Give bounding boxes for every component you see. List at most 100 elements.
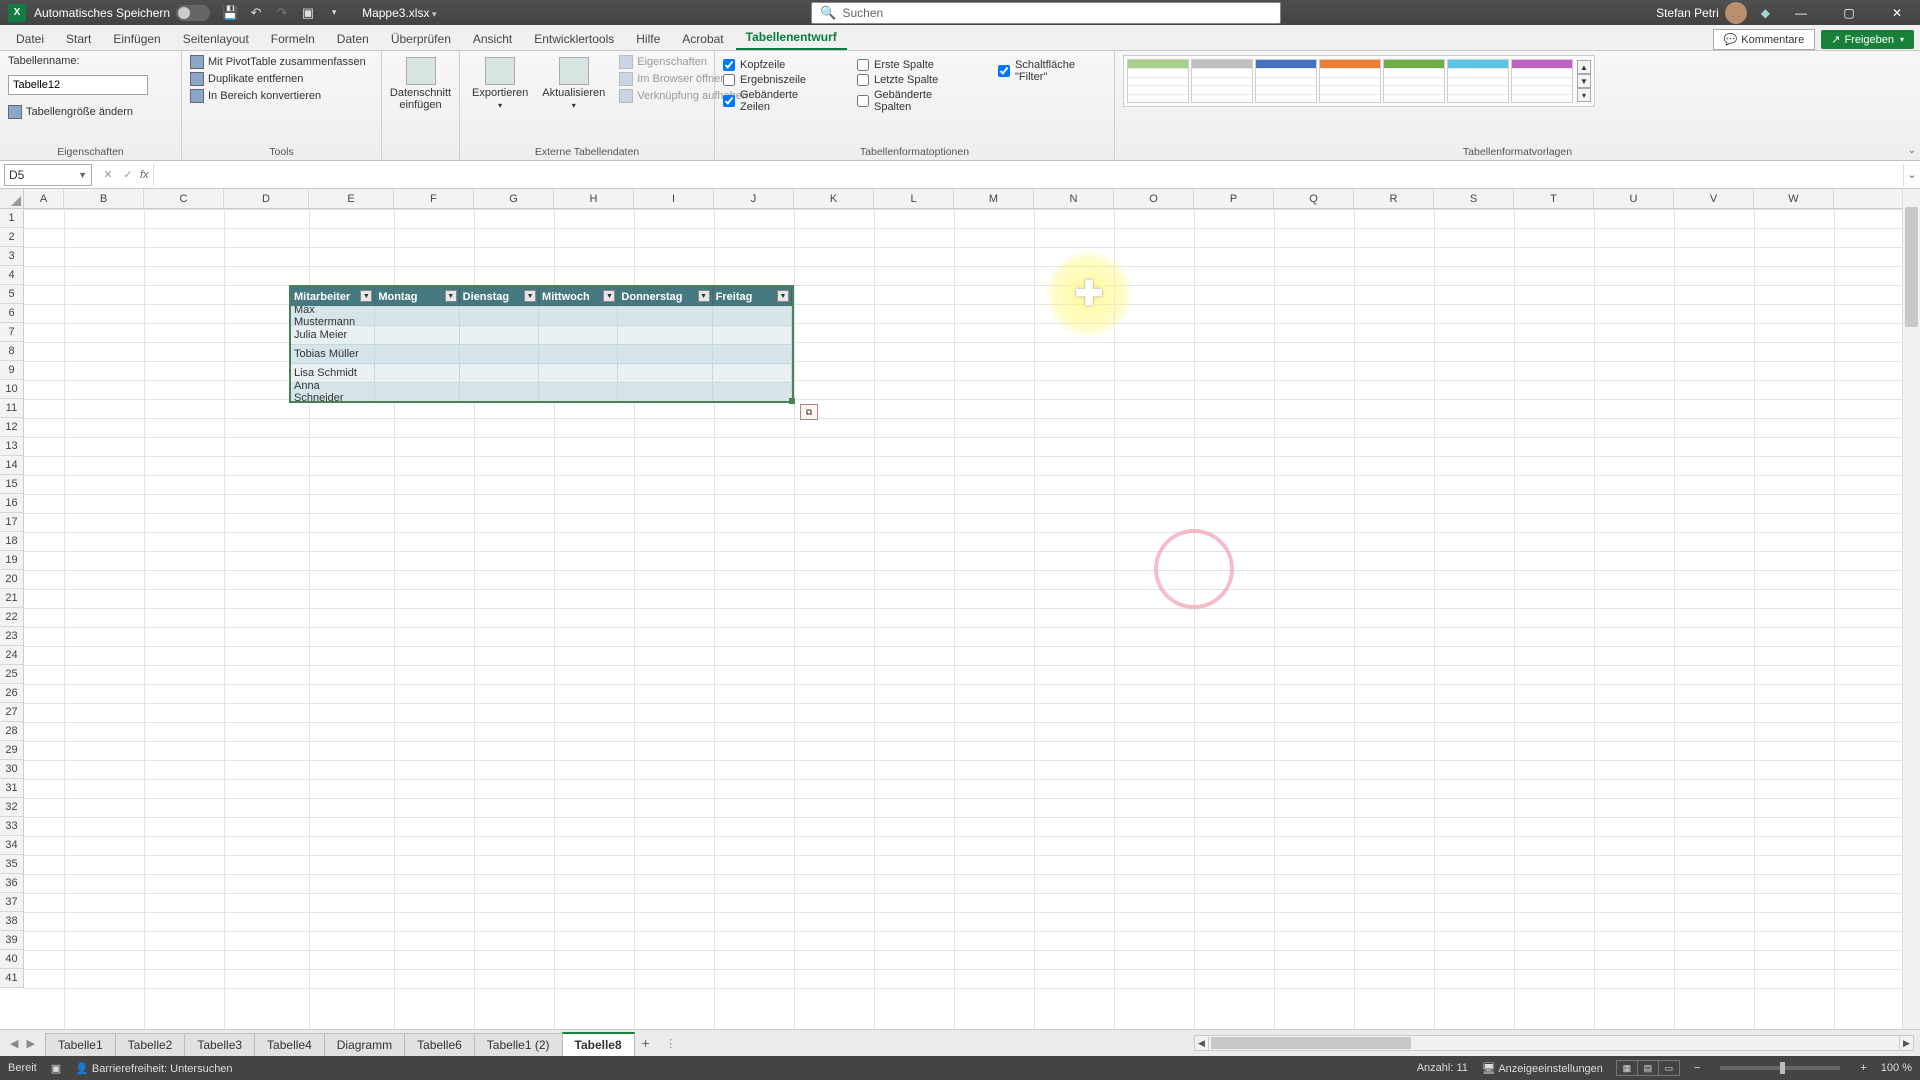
style-swatch[interactable] [1511, 59, 1573, 103]
table-cell[interactable] [460, 325, 539, 344]
export-button[interactable]: Exportieren▾ [468, 55, 532, 112]
add-sheet-button[interactable]: + [634, 1035, 658, 1051]
sheet-tab[interactable]: Tabelle1 [45, 1033, 116, 1056]
remove-duplicates-button[interactable]: Duplikate entfernen [190, 72, 366, 86]
table-header[interactable]: Freitag▼ [713, 287, 792, 306]
table-cell[interactable]: Tobias Müller [291, 344, 375, 363]
col-header[interactable]: J [714, 189, 794, 208]
redo-icon[interactable]: ↷ [274, 5, 290, 21]
col-header[interactable]: A [24, 189, 64, 208]
column-headers[interactable]: ABCDEFGHIJKLMNOPQRSTUVW [24, 189, 1902, 209]
filter-dropdown-icon[interactable]: ▼ [445, 290, 457, 302]
table-resize-handle[interactable] [789, 398, 795, 404]
sheet-tab[interactable]: Tabelle1 (2) [474, 1033, 563, 1056]
tab-start[interactable]: Start [56, 27, 101, 50]
col-header[interactable]: Q [1274, 189, 1354, 208]
row-header[interactable]: 16 [0, 494, 23, 513]
tab-einfügen[interactable]: Einfügen [103, 27, 170, 50]
horizontal-scrollbar[interactable]: ◀ ▶ [1194, 1035, 1914, 1051]
row-header[interactable]: 34 [0, 836, 23, 855]
name-box[interactable]: D5▼ [4, 164, 92, 186]
select-all-cells[interactable] [0, 189, 24, 209]
tab-seitenlayout[interactable]: Seitenlayout [173, 27, 259, 50]
vertical-scrollbar[interactable] [1902, 189, 1920, 1029]
table-cell[interactable]: Max Mustermann [291, 306, 375, 325]
table-cell[interactable] [375, 344, 459, 363]
row-headers[interactable]: 1234567891011121314151617181920212223242… [0, 209, 24, 988]
macro-record-icon[interactable]: ▣ [51, 1062, 61, 1075]
col-header[interactable]: H [554, 189, 634, 208]
table-cell[interactable] [618, 363, 712, 382]
display-settings[interactable]: 🖥 Anzeigeeinstellungen [1482, 1062, 1603, 1075]
row-header[interactable]: 31 [0, 779, 23, 798]
col-header[interactable]: W [1754, 189, 1834, 208]
table-cell[interactable] [460, 344, 539, 363]
row-header[interactable]: 32 [0, 798, 23, 817]
fx-icon[interactable]: fx [140, 169, 149, 181]
table-cell[interactable] [713, 382, 792, 401]
table-header[interactable]: Dienstag▼ [460, 287, 539, 306]
row-header[interactable]: 15 [0, 475, 23, 494]
pivot-button[interactable]: Mit PivotTable zusammenfassen [190, 55, 366, 69]
row-header[interactable]: 20 [0, 570, 23, 589]
data-table[interactable]: Mitarbeiter▼Montag▼Dienstag▼Mittwoch▼Don… [289, 285, 794, 403]
row-header[interactable]: 25 [0, 665, 23, 684]
col-header[interactable]: V [1674, 189, 1754, 208]
tab-ansicht[interactable]: Ansicht [463, 27, 522, 50]
row-header[interactable]: 23 [0, 627, 23, 646]
filter-dropdown-icon[interactable]: ▼ [360, 290, 372, 302]
banded-rows-checkbox[interactable]: Gebänderte Zeilen [723, 89, 827, 113]
zoom-level[interactable]: 100 % [1881, 1062, 1912, 1074]
save-icon[interactable]: 💾 [222, 5, 238, 21]
accessibility-status[interactable]: 👤 Barrierefreiheit: Untersuchen [75, 1062, 232, 1075]
col-header[interactable]: N [1034, 189, 1114, 208]
row-header[interactable]: 10 [0, 380, 23, 399]
table-cell[interactable] [539, 344, 618, 363]
sheet-tab[interactable]: Tabelle4 [254, 1033, 325, 1056]
table-styles-gallery[interactable]: ▲ ▼ ▾ [1123, 55, 1595, 107]
col-header[interactable]: C [144, 189, 224, 208]
table-cell[interactable] [713, 363, 792, 382]
row-header[interactable]: 33 [0, 817, 23, 836]
tab-tabellenentwurf[interactable]: Tabellenentwurf [736, 25, 847, 50]
ribbon-collapse-icon[interactable]: ⌄ [1908, 145, 1916, 156]
filter-dropdown-icon[interactable]: ▼ [698, 290, 710, 302]
resize-table-button[interactable]: Tabellengröße ändern [8, 105, 133, 119]
col-header[interactable]: B [64, 189, 144, 208]
table-cell[interactable] [618, 306, 712, 325]
row-header[interactable]: 8 [0, 342, 23, 361]
table-cell[interactable] [618, 325, 712, 344]
gallery-up-icon[interactable]: ▲ [1577, 60, 1591, 74]
col-header[interactable]: D [224, 189, 309, 208]
table-header[interactable]: Montag▼ [375, 287, 459, 306]
table-header[interactable]: Donnerstag▼ [618, 287, 712, 306]
tab-formeln[interactable]: Formeln [261, 27, 325, 50]
qat-more-icon[interactable]: ▾ [326, 5, 342, 21]
table-cell[interactable] [539, 363, 618, 382]
table-name-input[interactable] [8, 75, 148, 95]
row-header[interactable]: 28 [0, 722, 23, 741]
share-button[interactable]: ↗Freigeben▾ [1821, 30, 1914, 49]
user-account[interactable]: Stefan Petri [1656, 2, 1747, 24]
sheet-menu-icon[interactable]: ⋮ [662, 1037, 680, 1050]
sheet-tab[interactable]: Diagramm [324, 1033, 405, 1056]
row-header[interactable]: 6 [0, 304, 23, 323]
autosave-toggle[interactable]: Automatisches Speichern [34, 5, 210, 21]
col-header[interactable]: F [394, 189, 474, 208]
row-header[interactable]: 4 [0, 266, 23, 285]
total-row-checkbox[interactable]: Ergebniszeile [723, 74, 827, 86]
style-swatch[interactable] [1319, 59, 1381, 103]
camera-icon[interactable]: ▣ [300, 5, 316, 21]
tab-hilfe[interactable]: Hilfe [626, 27, 670, 50]
row-header[interactable]: 22 [0, 608, 23, 627]
table-cell[interactable] [539, 325, 618, 344]
row-header[interactable]: 19 [0, 551, 23, 570]
table-cell[interactable] [539, 306, 618, 325]
row-header[interactable]: 29 [0, 741, 23, 760]
row-header[interactable]: 37 [0, 893, 23, 912]
row-header[interactable]: 13 [0, 437, 23, 456]
style-swatch[interactable] [1447, 59, 1509, 103]
toggle-switch-icon[interactable] [176, 5, 210, 21]
table-cell[interactable] [618, 344, 712, 363]
row-header[interactable]: 40 [0, 950, 23, 969]
